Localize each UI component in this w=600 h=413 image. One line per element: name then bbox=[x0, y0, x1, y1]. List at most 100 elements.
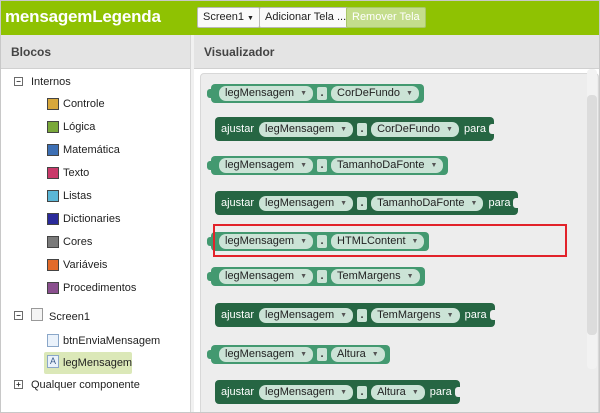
workspace-scrollbar-thumb[interactable] bbox=[587, 95, 597, 335]
property-dropdown[interactable]: Altura ▼ bbox=[371, 384, 425, 400]
dot-separator: . bbox=[357, 196, 368, 210]
tree-category[interactable]: Procedimentos bbox=[63, 279, 136, 297]
tree-leg-mensagem[interactable]: legMensagem bbox=[63, 354, 132, 372]
remove-screen-button[interactable]: Remover Tela bbox=[346, 7, 426, 28]
dropdown-arrow-icon: ▼ bbox=[340, 388, 348, 396]
dropdown-arrow-icon: ▼ bbox=[300, 273, 308, 280]
dropdown-arrow-icon: ▼ bbox=[300, 162, 308, 169]
dropdown-arrow-icon: ▼ bbox=[470, 199, 478, 207]
tree-any-component[interactable]: Qualquer componente bbox=[31, 376, 140, 394]
component-dropdown[interactable]: legMensagem ▼ bbox=[259, 121, 354, 137]
dropdown-arrow-icon: ▼ bbox=[446, 125, 453, 133]
set-keyword: ajustar bbox=[221, 197, 255, 209]
dot-separator: . bbox=[357, 122, 368, 136]
property-dropdown[interactable]: TemMargens ▼ bbox=[331, 269, 420, 284]
dropdown-arrow-icon: ▼ bbox=[340, 199, 348, 207]
component-dropdown[interactable]: legMensagem ▼ bbox=[219, 158, 314, 173]
output-nub bbox=[207, 272, 213, 281]
property-dropdown[interactable]: TamanhoDaFonte ▼ bbox=[331, 158, 444, 173]
property-name: Altura bbox=[337, 348, 366, 360]
tree-category[interactable]: Texto bbox=[63, 164, 89, 182]
to-keyword: para bbox=[488, 197, 511, 209]
category-swatch-icon bbox=[47, 190, 59, 202]
to-keyword: para bbox=[429, 386, 452, 398]
tree-category[interactable]: Matemática bbox=[63, 141, 120, 159]
getter-block[interactable]: legMensagem ▼. Altura ▼ bbox=[207, 345, 390, 364]
dropdown-arrow-icon: ▼ bbox=[411, 388, 419, 396]
add-screen-button[interactable]: Adicionar Tela ... bbox=[259, 7, 353, 28]
setter-block[interactable]: ajustar legMensagem ▼. TemMargens ▼ para bbox=[215, 303, 498, 327]
category-swatch-icon bbox=[47, 282, 59, 294]
getter-block[interactable]: legMensagem ▼. TemMargens ▼ bbox=[207, 267, 425, 286]
getter-block[interactable]: legMensagem ▼. TamanhoDaFonte ▼ bbox=[207, 156, 449, 175]
component-dropdown[interactable]: legMensagem ▼ bbox=[259, 384, 354, 400]
set-keyword: ajustar bbox=[221, 386, 255, 398]
property-dropdown[interactable]: CorDeFundo ▼ bbox=[331, 86, 419, 101]
component-dropdown[interactable]: legMensagem ▼ bbox=[219, 269, 314, 284]
dropdown-arrow-icon: ▼ bbox=[371, 351, 379, 358]
app-window: mensagemLegenda Screen1 ▼ Adicionar Tela… bbox=[0, 0, 600, 413]
component-dropdown[interactable]: legMensagem ▼ bbox=[259, 195, 354, 211]
property-dropdown[interactable]: CorDeFundo ▼ bbox=[371, 121, 459, 137]
category-swatch-icon bbox=[47, 259, 59, 271]
property-name: TamanhoDaFonte bbox=[337, 159, 425, 171]
output-nub bbox=[207, 89, 213, 98]
dot-separator: . bbox=[357, 308, 368, 322]
collapse-toggle-icon[interactable]: − bbox=[14, 311, 23, 320]
tree-category[interactable]: Variáveis bbox=[63, 256, 107, 274]
blocks-header: Blocos bbox=[1, 35, 190, 69]
dot-separator: . bbox=[317, 87, 328, 100]
screen-select-button[interactable]: Screen1 ▼ bbox=[197, 7, 260, 28]
tree-btn-envia-mensagem[interactable]: btnEnviaMensagem bbox=[63, 332, 160, 350]
screen-select-label: Screen1 bbox=[203, 11, 244, 23]
tree-category[interactable]: Listas bbox=[63, 187, 92, 205]
expand-toggle-icon[interactable]: + bbox=[14, 380, 23, 389]
tree-category[interactable]: Lógica bbox=[63, 118, 95, 136]
caret-down-icon: ▼ bbox=[247, 15, 254, 22]
component-dropdown[interactable]: legMensagem ▼ bbox=[259, 307, 354, 323]
tree-category[interactable]: Controle bbox=[63, 95, 105, 113]
button-component-icon bbox=[47, 334, 59, 347]
property-name: TamanhoDaFonte bbox=[377, 196, 465, 209]
property-dropdown[interactable]: TamanhoDaFonte ▼ bbox=[371, 195, 484, 211]
category-swatch-icon bbox=[47, 98, 59, 110]
component-name: legMensagem bbox=[265, 122, 335, 135]
property-dropdown[interactable]: TemMargens ▼ bbox=[371, 307, 460, 323]
setter-block[interactable]: ajustar legMensagem ▼. TamanhoDaFonte ▼ para bbox=[215, 191, 522, 215]
dropdown-arrow-icon: ▼ bbox=[430, 162, 438, 169]
tree-builtin[interactable]: Internos bbox=[31, 73, 71, 91]
component-dropdown[interactable]: legMensagem ▼ bbox=[219, 347, 314, 362]
dot-separator: . bbox=[357, 385, 368, 399]
set-keyword: ajustar bbox=[221, 123, 255, 135]
dropdown-arrow-icon: ▼ bbox=[446, 311, 454, 319]
dropdown-arrow-icon: ▼ bbox=[300, 90, 308, 97]
component-name: legMensagem bbox=[265, 385, 335, 398]
setter-block[interactable]: ajustar legMensagem ▼. CorDeFundo ▼ para bbox=[215, 117, 498, 141]
component-dropdown[interactable]: legMensagem ▼ bbox=[219, 86, 314, 101]
tree-category[interactable]: Dictionaries bbox=[63, 210, 120, 228]
top-bar: mensagemLegenda Screen1 ▼ Adicionar Tela… bbox=[1, 1, 599, 35]
property-name: TemMargens bbox=[377, 308, 441, 321]
dropdown-arrow-icon: ▼ bbox=[340, 311, 348, 319]
category-swatch-icon bbox=[47, 144, 59, 156]
component-name: legMensagem bbox=[225, 159, 295, 171]
property-name: CorDeFundo bbox=[377, 122, 441, 135]
collapse-toggle-icon[interactable]: − bbox=[14, 77, 23, 86]
category-swatch-icon bbox=[47, 213, 59, 225]
dropdown-arrow-icon: ▼ bbox=[406, 273, 414, 280]
blocks-workspace[interactable]: legMensagem ▼. CorDeFundo ▼ ajustar legMensag… bbox=[200, 73, 599, 412]
setter-block[interactable]: ajustar legMensagem ▼. Altura ▼ para bbox=[215, 380, 463, 404]
getter-block[interactable]: legMensagem ▼. CorDeFundo ▼ bbox=[207, 84, 424, 103]
tree-screen1[interactable]: Screen1 bbox=[49, 308, 90, 326]
set-keyword: ajustar bbox=[221, 309, 255, 321]
property-name: Altura bbox=[377, 385, 406, 398]
property-name: CorDeFundo bbox=[337, 87, 401, 99]
to-keyword: para bbox=[463, 123, 487, 135]
component-name: legMensagem bbox=[265, 196, 335, 209]
tree-category[interactable]: Cores bbox=[63, 233, 92, 251]
dot-separator: . bbox=[317, 270, 328, 283]
app-title: mensagemLegenda bbox=[5, 7, 161, 26]
highlight-box bbox=[213, 224, 567, 257]
output-nub bbox=[207, 161, 213, 170]
property-dropdown[interactable]: Altura ▼ bbox=[331, 347, 385, 362]
